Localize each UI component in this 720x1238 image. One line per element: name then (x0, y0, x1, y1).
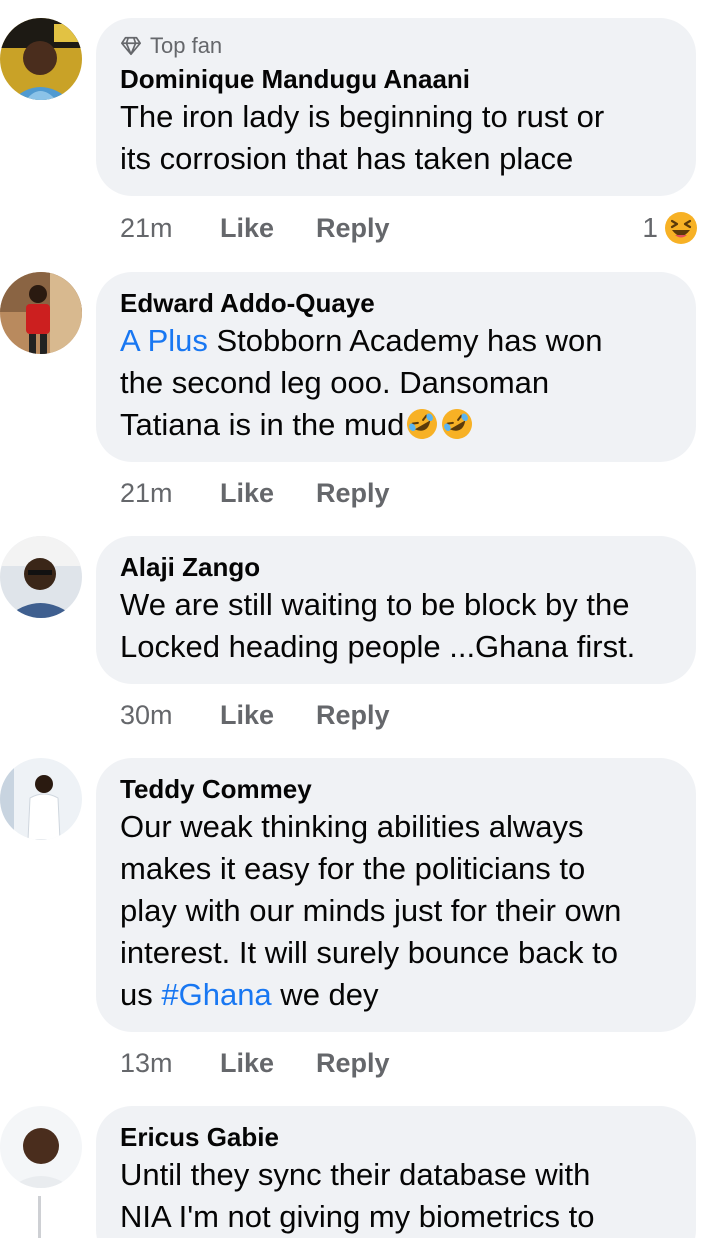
avatar[interactable] (0, 758, 82, 840)
reply-button[interactable]: Reply (316, 1048, 390, 1079)
comment-author[interactable]: Ericus Gabie (120, 1120, 672, 1154)
comment-text-line: The iron lady is beginning to rust or (120, 99, 605, 134)
comment-actions: 13m Like Reply (120, 1045, 432, 1081)
avatar-photo (0, 536, 82, 618)
top-fan-badge: Top fan (120, 32, 672, 60)
comment-timestamp[interactable]: 21m (120, 213, 220, 244)
hashtag-link[interactable]: #Ghana (161, 977, 271, 1012)
avatar[interactable] (0, 272, 82, 354)
comment-bubble: Top fan Dominique Mandugu Anaani The iro… (96, 18, 696, 196)
like-button[interactable]: Like (220, 478, 274, 509)
comment-text-line: makes it easy for the politicians to (120, 851, 586, 886)
comment-actions: 21m Like Reply (120, 475, 432, 511)
comment-text-line: Our weak thinking abilities always (120, 809, 584, 844)
badge-label: Top fan (150, 33, 223, 58)
comment-text-line: We are still waiting to be block by the (120, 587, 630, 622)
comment-text-line: interest. It will surely bounce back to (120, 935, 618, 970)
comment-bubble: Alaji Zango We are still waiting to be b… (96, 536, 696, 684)
diamond-icon (121, 36, 141, 56)
comment-bubble: Edward Addo-Quaye A Plus Stobborn Academ… (96, 272, 696, 462)
reply-thread-line (38, 1196, 41, 1238)
comment-text-fragment: we dey (271, 977, 379, 1012)
rolling-on-floor-laughing-icon (442, 409, 473, 439)
reaction-count: 1 (642, 212, 658, 243)
avatar-photo (0, 272, 82, 354)
avatar-photo (0, 758, 82, 840)
comment-text-line: NIA I'm not giving my biometrics to (120, 1199, 595, 1234)
like-button[interactable]: Like (220, 213, 274, 244)
avatar-photo (0, 18, 82, 100)
comment-text-line: A Plus Stobborn Academy has won (120, 320, 672, 362)
comment-author[interactable]: Dominique Mandugu Anaani (120, 62, 672, 96)
mention-link[interactable]: A Plus (120, 323, 208, 358)
like-button[interactable]: Like (220, 1048, 274, 1079)
laughing-face-icon (665, 212, 697, 244)
comment-text-fragment: Stobborn Academy has won (207, 323, 603, 358)
comment-text-line: its corrosion that has taken place (120, 141, 574, 176)
comment-actions: 21m Like Reply (120, 210, 432, 246)
comment-text-line: us #Ghana we dey (120, 974, 672, 1016)
like-button[interactable]: Like (220, 700, 274, 731)
avatar[interactable] (0, 18, 82, 100)
avatar[interactable] (0, 1106, 82, 1188)
reply-button[interactable]: Reply (316, 478, 390, 509)
comment-text-line: play with our minds just for their own (120, 893, 622, 928)
comment-text-line: Tatiana is in the mud (120, 404, 672, 446)
comment-author[interactable]: Edward Addo-Quaye (120, 286, 672, 320)
comment-timestamp[interactable]: 21m (120, 478, 220, 509)
comment-text-line: Until they sync their database with (120, 1157, 591, 1192)
comment-author[interactable]: Teddy Commey (120, 772, 672, 806)
comment-text-line: the second leg ooo. Dansoman (120, 365, 550, 400)
comment-actions: 30m Like Reply (120, 697, 432, 733)
rolling-on-floor-laughing-icon (407, 409, 438, 439)
reply-button[interactable]: Reply (316, 700, 390, 731)
avatar[interactable] (0, 536, 82, 618)
avatar-photo (0, 1106, 82, 1188)
comment-timestamp[interactable]: 13m (120, 1048, 220, 1079)
comment-text-fragment: us (120, 977, 162, 1012)
comment-text-fragment: Tatiana is in the mud (120, 407, 405, 442)
comment-timestamp[interactable]: 30m (120, 700, 220, 731)
comment-bubble: Ericus Gabie Until they sync their datab… (96, 1106, 696, 1238)
reaction-summary[interactable]: 1 (642, 208, 698, 248)
comment-author[interactable]: Alaji Zango (120, 550, 672, 584)
reply-button[interactable]: Reply (316, 213, 390, 244)
comment-text-line: Locked heading people ...Ghana first. (120, 629, 636, 664)
comment-bubble: Teddy Commey Our weak thinking abilities… (96, 758, 696, 1032)
